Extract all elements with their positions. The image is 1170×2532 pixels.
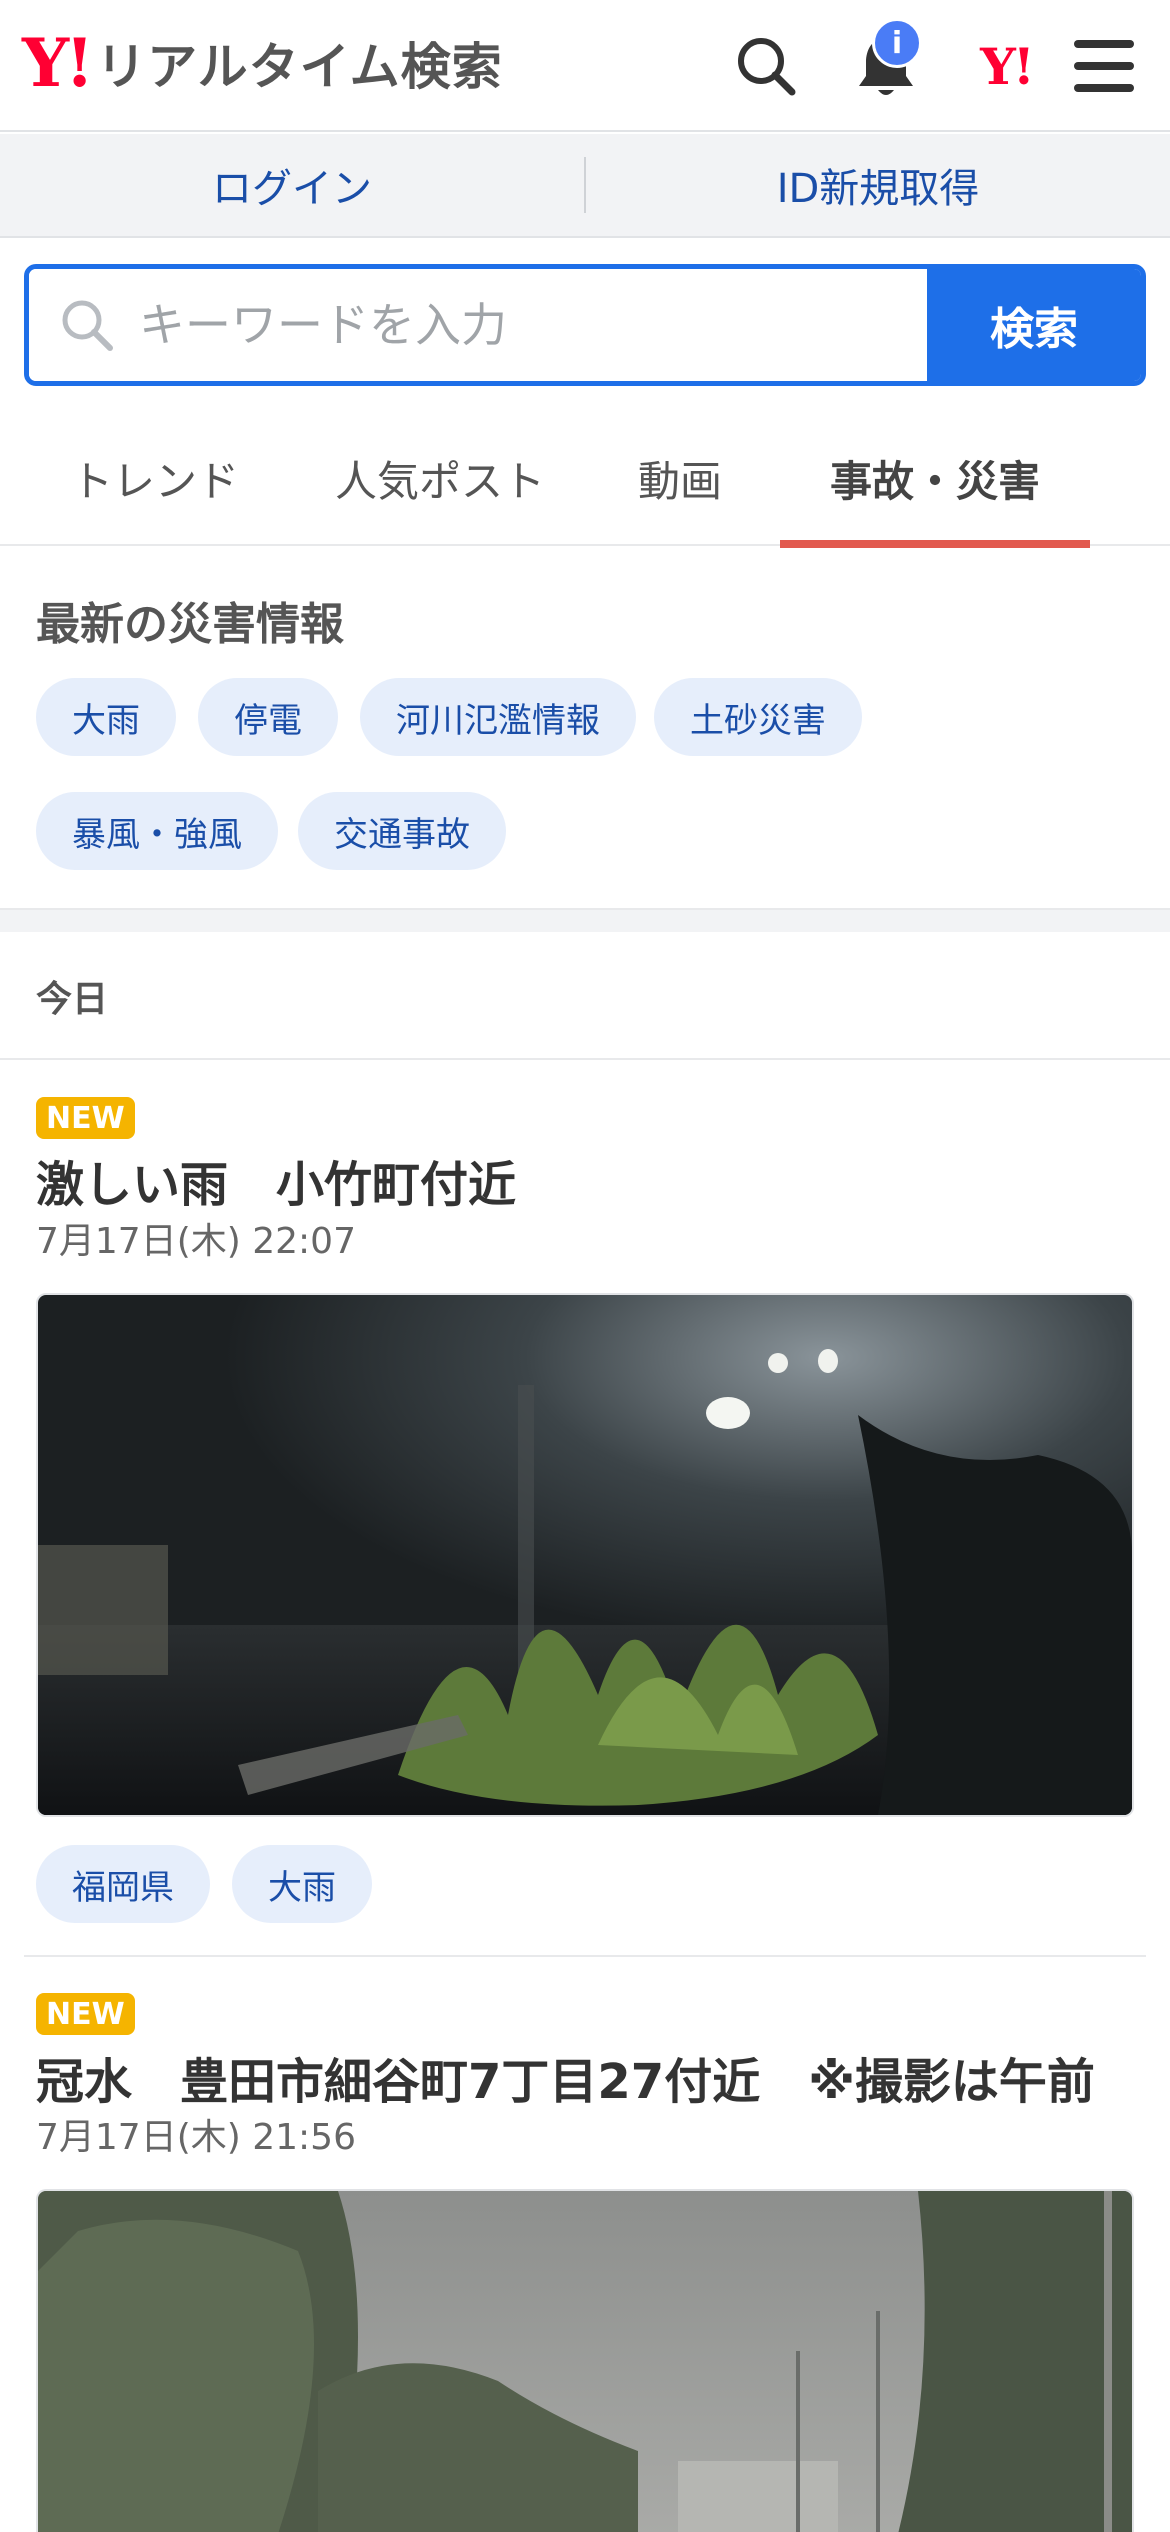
logo-title: リアルタイム検索 — [96, 38, 503, 96]
hamburger-menu-icon — [1074, 40, 1134, 92]
flood-road-image — [38, 2191, 1132, 2532]
night-rain-image — [38, 1295, 1132, 1815]
login-bar: ログイン ID新規取得 — [0, 134, 1170, 238]
search-submit-button[interactable]: 検索 — [927, 269, 1141, 381]
post-tag-prefecture[interactable]: 福岡県 — [36, 1845, 210, 1923]
disaster-info-section: 最新の災害情報 大雨 停電 河川氾濫情報 土砂災害 暴風・強風 交通事故 — [0, 548, 1170, 908]
chip-river-flood[interactable]: 河川氾濫情報 — [360, 678, 636, 756]
tab-trend[interactable]: トレンド — [0, 410, 310, 546]
search-input[interactable] — [139, 298, 899, 352]
post-video-thumbnail[interactable] — [36, 2189, 1134, 2532]
register-link[interactable]: ID新規取得 — [586, 156, 1170, 214]
search-field[interactable] — [29, 269, 927, 381]
section-title: 最新の災害情報 — [36, 599, 344, 650]
notification-badge: i — [872, 18, 922, 68]
new-badge: NEW — [36, 1097, 135, 1139]
search-icon — [62, 300, 113, 351]
post-time: 7月17日(木) 22:07 — [36, 1221, 356, 1262]
tab-accidents-disasters[interactable]: 事故・災害 — [780, 410, 1090, 548]
chip-power-outage[interactable]: 停電 — [198, 678, 338, 756]
login-link[interactable]: ログイン — [0, 156, 584, 214]
chip-storm-wind[interactable]: 暴風・強風 — [36, 792, 278, 870]
menu-button[interactable] — [1066, 28, 1142, 104]
yahoo-mark-icon: Y! — [980, 36, 1035, 96]
yahoo-realtime-logo[interactable]: Y! リアルタイム検索 — [22, 28, 503, 98]
tab-popular-posts[interactable]: 人気ポスト — [310, 410, 570, 546]
tab-videos[interactable]: 動画 — [580, 410, 780, 546]
category-tabs: トレンド 人気ポスト 動画 事故・災害 — [0, 410, 1170, 548]
chip-traffic-accident[interactable]: 交通事故 — [298, 792, 506, 870]
post-title[interactable]: 冠水 豊田市細谷町7丁目27付近 ※撮影は午前 — [36, 2042, 1095, 2112]
post-divider — [24, 1955, 1146, 1957]
app-header: Y! リアルタイム検索 i Y! — [0, 0, 1170, 132]
post-video-thumbnail[interactable] — [36, 1293, 1134, 1817]
post-time: 7月17日(木) 21:56 — [36, 2117, 356, 2158]
divider — [0, 1058, 1170, 1060]
search-button[interactable] — [728, 28, 804, 104]
chip-heavy-rain[interactable]: 大雨 — [36, 678, 176, 756]
notification-button[interactable]: i — [848, 18, 924, 104]
new-badge: NEW — [36, 1993, 135, 2035]
yahoo-logo-mark: Y! — [22, 24, 94, 102]
section-gap — [0, 908, 1170, 932]
post-title[interactable]: 激しい雨 小竹町付近 — [36, 1145, 516, 1215]
post-tag-category[interactable]: 大雨 — [232, 1845, 372, 1923]
search-bar: 検索 — [24, 264, 1146, 386]
yahoo-home-link[interactable]: Y! — [968, 28, 1044, 104]
day-label: 今日 — [36, 979, 109, 1020]
chip-landslide[interactable]: 土砂災害 — [654, 678, 862, 756]
search-icon — [738, 38, 796, 96]
